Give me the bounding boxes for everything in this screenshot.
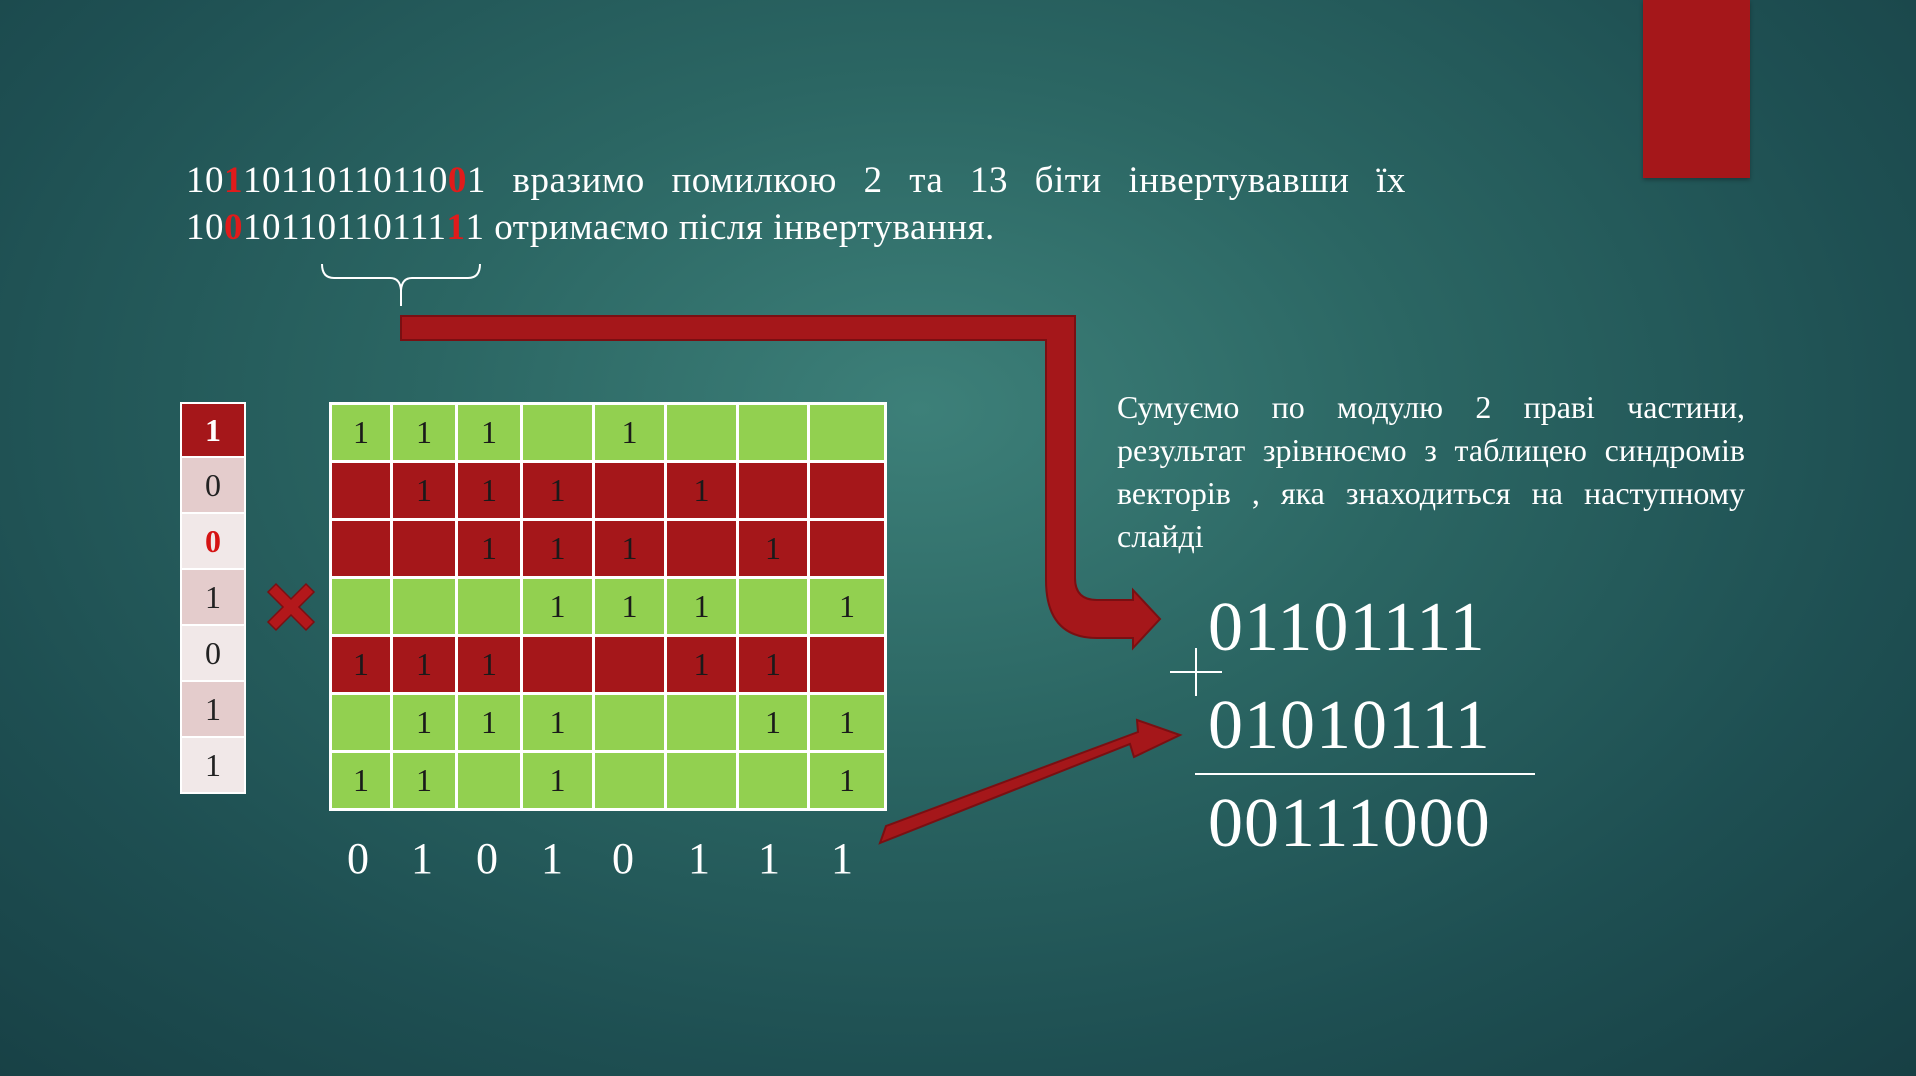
matrix-cell: 1 xyxy=(455,634,523,695)
matrix-cell xyxy=(592,634,667,695)
matrix-cell: 1 xyxy=(455,518,523,579)
matrix-cell xyxy=(664,402,739,463)
syndrome-digit: 1 xyxy=(411,834,433,883)
matrix-cell: 1 xyxy=(455,692,523,753)
matrix-cell xyxy=(736,576,810,637)
matrix-cell xyxy=(592,460,667,521)
matrix-cell: 1 xyxy=(390,750,458,811)
matrix-cell xyxy=(455,750,523,811)
matrix-cell: 1 xyxy=(592,576,667,637)
matrix-cell: 1 xyxy=(664,634,739,695)
matrix-row: 1111 xyxy=(329,750,887,811)
matrix-cell xyxy=(390,576,458,637)
matrix-cell: 1 xyxy=(520,518,595,579)
matrix-row: 11111 xyxy=(329,692,887,753)
syndrome-digit: 0 xyxy=(347,834,369,883)
matrix-cell xyxy=(736,460,810,521)
vector-cell: 0 xyxy=(180,458,246,514)
vector-cell: 1 xyxy=(180,402,246,458)
matrix-cell: 1 xyxy=(390,634,458,695)
vector-cell: 0 xyxy=(180,626,246,682)
matrix-row: 1111 xyxy=(329,402,887,463)
matrix-cell xyxy=(807,460,887,521)
matrix-cell: 1 xyxy=(807,750,887,811)
matrix-cell xyxy=(520,402,595,463)
matrix-cell: 1 xyxy=(390,402,458,463)
matrix-cell xyxy=(807,634,887,695)
vector-cell: 0 xyxy=(180,514,246,570)
matrix-row: 1111 xyxy=(329,460,887,521)
matrix-cell: 1 xyxy=(390,460,458,521)
matrix-cell: 1 xyxy=(736,634,810,695)
matrix-cell xyxy=(592,692,667,753)
matrix-cell xyxy=(520,634,595,695)
matrix-cell xyxy=(736,402,810,463)
matrix-cell xyxy=(807,518,887,579)
sum-operand-a: 01101111 xyxy=(1208,589,1486,666)
syndrome-digit: 0 xyxy=(476,834,498,883)
matrix-cell: 1 xyxy=(736,692,810,753)
matrix-cell xyxy=(664,750,739,811)
matrix-cell xyxy=(664,518,739,579)
vector-cell: 1 xyxy=(180,682,246,738)
matrix-row: 1111 xyxy=(329,518,887,579)
matrix-cell: 1 xyxy=(455,460,523,521)
syndrome-digit: 1 xyxy=(541,834,563,883)
matrix-cell xyxy=(329,460,393,521)
syndrome-digit: 0 xyxy=(612,834,634,883)
matrix-row: 1111 xyxy=(329,576,887,637)
explanation-text: Сумуємо по модулю 2 праві частини, резул… xyxy=(1117,389,1745,554)
matrix-cell: 1 xyxy=(664,576,739,637)
matrix-cell xyxy=(664,692,739,753)
matrix-cell: 1 xyxy=(329,750,393,811)
parity-check-matrix: 1111 1111 1111 1111 11111 11111 1111 xyxy=(329,402,887,811)
matrix-cell: 1 xyxy=(520,576,595,637)
matrix-cell xyxy=(736,750,810,811)
matrix-cell xyxy=(390,518,458,579)
syndrome-digit: 1 xyxy=(831,834,853,883)
matrix-cell: 1 xyxy=(329,402,393,463)
matrix-cell: 1 xyxy=(455,402,523,463)
matrix-cell: 1 xyxy=(390,692,458,753)
matrix-cell: 1 xyxy=(664,460,739,521)
matrix-cell: 1 xyxy=(520,692,595,753)
matrix-cell: 1 xyxy=(807,576,887,637)
error-vector: 1 0 0 1 0 1 1 xyxy=(180,402,246,794)
matrix-cell: 1 xyxy=(329,634,393,695)
matrix-cell: 1 xyxy=(592,402,667,463)
matrix-cell xyxy=(455,576,523,637)
matrix-cell xyxy=(807,402,887,463)
multiply-x-icon xyxy=(266,582,316,632)
matrix-cell: 1 xyxy=(520,750,595,811)
matrix-cell xyxy=(329,692,393,753)
matrix-cell: 1 xyxy=(807,692,887,753)
matrix-row: 11111 xyxy=(329,634,887,695)
matrix-cell: 1 xyxy=(592,518,667,579)
sum-result: 00111000 xyxy=(1208,785,1491,862)
syndrome-digit: 1 xyxy=(688,834,710,883)
sum-divider xyxy=(1195,773,1535,775)
matrix-cell: 1 xyxy=(736,518,810,579)
matrix-cell xyxy=(329,576,393,637)
matrix-cell xyxy=(329,518,393,579)
vector-cell: 1 xyxy=(180,738,246,794)
matrix-cell: 1 xyxy=(520,460,595,521)
syndrome-digit: 1 xyxy=(758,834,780,883)
sum-operand-b: 01010111 xyxy=(1208,687,1491,764)
vector-cell: 1 xyxy=(180,570,246,626)
diagonal-arrow-icon xyxy=(878,718,1183,845)
matrix-cell xyxy=(592,750,667,811)
